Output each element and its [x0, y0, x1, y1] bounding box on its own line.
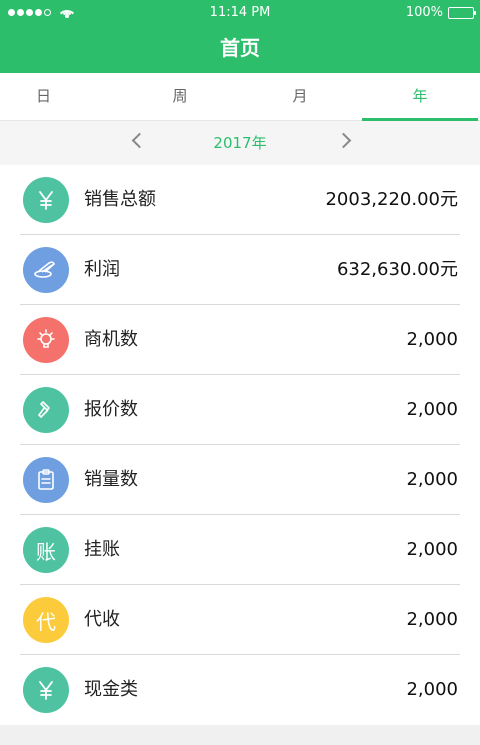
item-value: 2,000: [406, 679, 458, 700]
list-item-cash[interactable]: 现金类 2,000: [20, 655, 460, 725]
stats-list: 销售总额 2003,220.00元 利润 632,630.00元 商机数 2,0…: [0, 165, 480, 725]
tab-year[interactable]: 年: [360, 73, 480, 121]
list-item-on-account[interactable]: 账 挂账 2,000: [20, 515, 460, 585]
item-value: 2,000: [406, 539, 458, 560]
item-value: 2,000: [406, 609, 458, 630]
year-selector: 2017年: [0, 121, 480, 165]
lightbulb-icon: [23, 317, 69, 363]
list-item-collection[interactable]: 代 代收 2,000: [20, 585, 460, 655]
page-title: 首页: [0, 24, 480, 73]
coins-icon: [23, 247, 69, 293]
period-tabs: 日 周 月 年: [0, 73, 480, 121]
battery-percent: 100%: [405, 5, 443, 20]
clipboard-icon: [23, 457, 69, 503]
item-value: 2,000: [406, 329, 458, 350]
hammer-icon: [23, 387, 69, 433]
item-label: 代收: [84, 609, 120, 630]
item-value: 2,000: [406, 399, 458, 420]
item-value: 2,000: [406, 469, 458, 490]
item-label: 销量数: [84, 469, 138, 490]
dai-icon: 代: [23, 597, 69, 643]
battery-icon: [448, 6, 476, 19]
item-label: 利润: [84, 259, 120, 280]
year-label: 2017年: [213, 134, 267, 152]
bottom-strip: [0, 725, 480, 745]
zhang-icon: 账: [23, 527, 69, 573]
item-label: 挂账: [84, 539, 120, 560]
list-item-profit[interactable]: 利润 632,630.00元: [20, 235, 460, 305]
item-value: 2003,220.00元: [325, 189, 458, 210]
tab-month[interactable]: 月: [240, 73, 360, 120]
status-bar: 11:14 PM 100%: [0, 0, 480, 24]
item-value: 632,630.00元: [336, 259, 458, 280]
tab-day[interactable]: 日: [0, 73, 120, 120]
item-label: 销售总额: [84, 189, 156, 210]
battery-status: 100%: [405, 5, 476, 20]
tab-week[interactable]: 周: [120, 73, 240, 120]
item-label: 报价数: [84, 399, 138, 420]
list-item-sales-volume[interactable]: 销量数 2,000: [20, 445, 460, 515]
list-item-quotes[interactable]: 报价数 2,000: [20, 375, 460, 445]
list-item-opportunities[interactable]: 商机数 2,000: [20, 305, 460, 375]
item-label: 现金类: [84, 679, 138, 700]
list-item-sales-total[interactable]: 销售总额 2003,220.00元: [20, 165, 460, 235]
item-label: 商机数: [84, 329, 138, 350]
yuan-icon: [23, 667, 69, 713]
yuan-icon: [23, 177, 69, 223]
